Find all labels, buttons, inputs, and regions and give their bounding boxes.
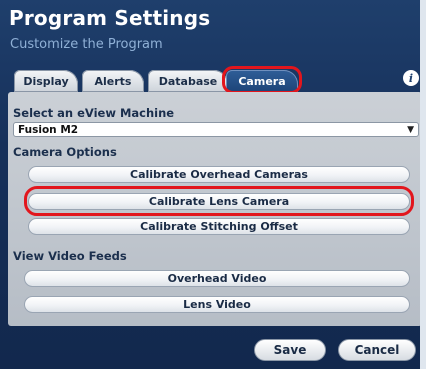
tab-alerts[interactable]: Alerts bbox=[82, 70, 144, 92]
chevron-down-icon[interactable]: ▼ bbox=[407, 125, 414, 135]
save-button[interactable]: Save bbox=[254, 339, 326, 361]
overhead-video-button[interactable]: Overhead Video bbox=[24, 270, 410, 287]
calibrate-stitching-offset-button[interactable]: Calibrate Stitching Offset bbox=[28, 218, 410, 235]
cancel-button[interactable]: Cancel bbox=[338, 339, 416, 361]
program-settings-window: Program Settings Customize the Program D… bbox=[0, 0, 426, 369]
machine-select[interactable]: Fusion M2 ▼ bbox=[13, 122, 419, 137]
machine-select-value: Fusion M2 bbox=[18, 123, 79, 136]
tab-bar: Display Alerts Database Camera bbox=[14, 66, 422, 94]
calibrate-overhead-cameras-button[interactable]: Calibrate Overhead Cameras bbox=[28, 166, 410, 183]
window-edge bbox=[420, 0, 426, 369]
window-title: Program Settings bbox=[9, 6, 211, 30]
video-feeds-label: View Video Feeds bbox=[13, 249, 127, 263]
window-subtitle: Customize the Program bbox=[10, 37, 163, 52]
camera-options-label: Camera Options bbox=[13, 145, 117, 159]
camera-tab-highlight bbox=[222, 66, 302, 94]
info-icon[interactable]: i bbox=[403, 70, 419, 86]
lens-video-button[interactable]: Lens Video bbox=[24, 296, 410, 313]
tab-display[interactable]: Display bbox=[14, 70, 78, 92]
machine-section-label: Select an eView Machine bbox=[13, 106, 175, 120]
tab-database[interactable]: Database bbox=[148, 70, 228, 92]
lens-camera-highlight bbox=[24, 186, 414, 216]
